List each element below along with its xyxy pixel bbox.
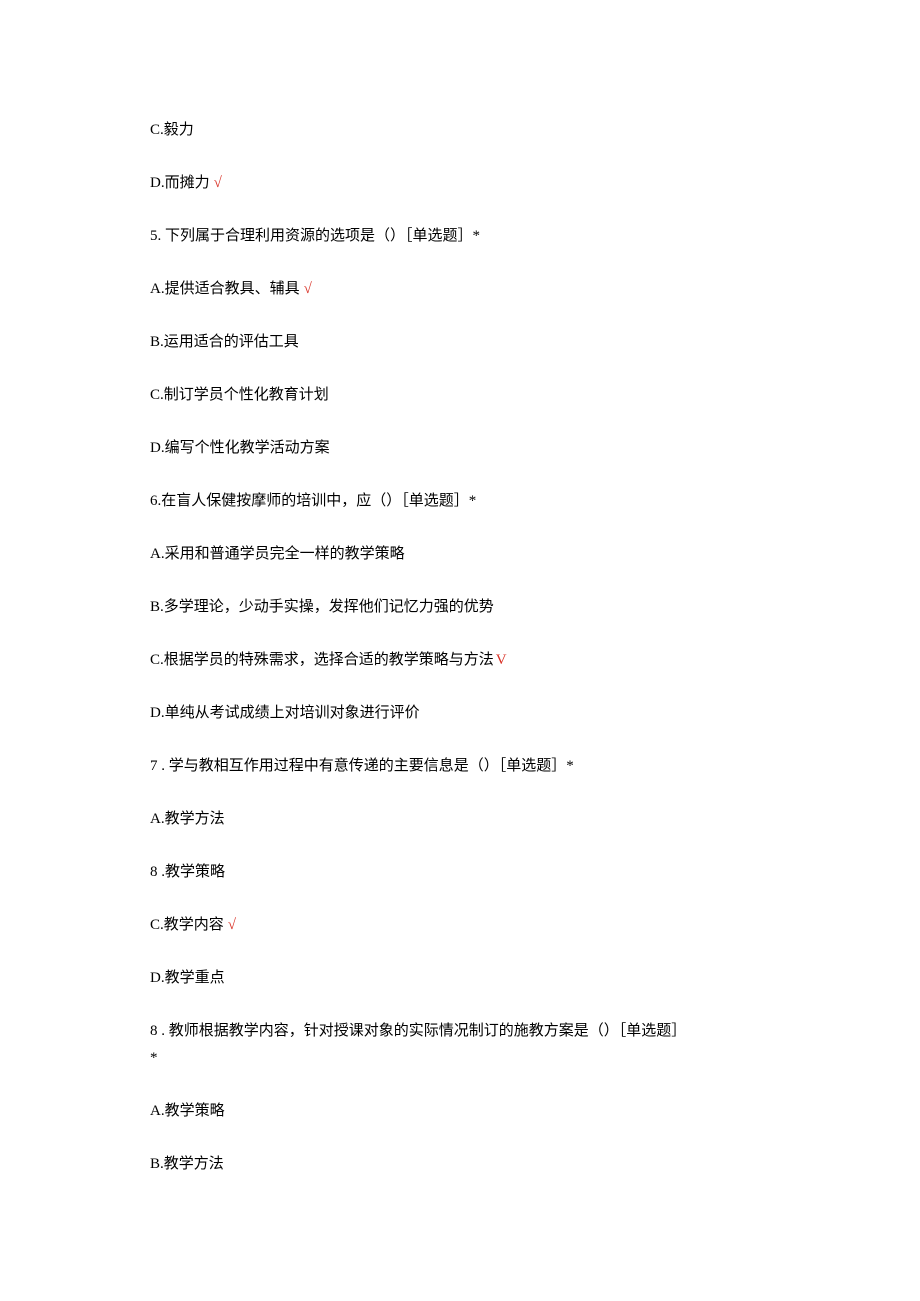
question-stem: 5. 下列属于合理利用资源的选项是（）［单选题］*	[150, 226, 770, 247]
option-text: A.采用和普通学员完全一样的教学策略	[150, 546, 405, 562]
option-c: C.制订学员个性化教育计划	[150, 385, 770, 406]
question-text: 7 . 学与教相互作用过程中有意传递的主要信息是（）［单选题］*	[150, 758, 574, 774]
option-text: D.单纯从考试成绩上对培训对象进行评价	[150, 705, 420, 721]
option-text: B.多学理论，少动手实操，发挥他们记忆力强的优势	[150, 599, 494, 615]
question-text: 6.在盲人保健按摩师的培训中，应（）［单选题］*	[150, 493, 476, 509]
option-text: D.编写个性化教学活动方案	[150, 440, 330, 456]
option-c: C.毅力	[150, 120, 770, 141]
option-d: D.编写个性化教学活动方案	[150, 438, 770, 459]
question-stem: 6.在盲人保健按摩师的培训中，应（）［单选题］*	[150, 491, 770, 512]
option-b: 8 .教学策略	[150, 862, 770, 883]
option-text: 8 .教学策略	[150, 864, 225, 880]
option-a: A.教学方法	[150, 809, 770, 830]
question-text-line2: *	[150, 1048, 770, 1069]
option-text: C.根据学员的特殊需求，选择合适的教学策略与方法	[150, 652, 494, 668]
option-d: D.而摊力√	[150, 173, 770, 194]
option-d: D.教学重点	[150, 968, 770, 989]
option-text: A.教学方法	[150, 811, 225, 827]
option-text: D.而摊力	[150, 175, 210, 191]
question-text: 5. 下列属于合理利用资源的选项是（）［单选题］*	[150, 228, 480, 244]
option-text: C.毅力	[150, 122, 194, 138]
option-text: B.教学方法	[150, 1156, 224, 1172]
check-mark-icon: √	[214, 175, 222, 191]
option-a: A.提供适合教具、辅具√	[150, 279, 770, 300]
option-c: C.教学内容√	[150, 915, 770, 936]
question-text-line1: 8 . 教师根据教学内容，针对授课对象的实际情况制订的施教方案是（）［单选题］	[150, 1021, 770, 1042]
option-text: B.运用适合的评估工具	[150, 334, 299, 350]
option-c: C.根据学员的特殊需求，选择合适的教学策略与方法V	[150, 650, 770, 671]
option-b: B.多学理论，少动手实操，发挥他们记忆力强的优势	[150, 597, 770, 618]
question-stem: 8 . 教师根据教学内容，针对授课对象的实际情况制订的施教方案是（）［单选题］ …	[150, 1021, 770, 1069]
option-a: A.采用和普通学员完全一样的教学策略	[150, 544, 770, 565]
option-text: C.教学内容	[150, 917, 224, 933]
option-text: A.教学策略	[150, 1103, 225, 1119]
option-a: A.教学策略	[150, 1101, 770, 1122]
check-mark-icon: V	[496, 652, 507, 668]
option-text: A.提供适合教具、辅具	[150, 281, 300, 297]
option-b: B.运用适合的评估工具	[150, 332, 770, 353]
check-mark-icon: √	[304, 281, 312, 297]
option-text: D.教学重点	[150, 970, 225, 986]
question-stem: 7 . 学与教相互作用过程中有意传递的主要信息是（）［单选题］*	[150, 756, 770, 777]
option-d: D.单纯从考试成绩上对培训对象进行评价	[150, 703, 770, 724]
check-mark-icon: √	[228, 917, 236, 933]
option-b: B.教学方法	[150, 1154, 770, 1175]
option-text: C.制订学员个性化教育计划	[150, 387, 329, 403]
